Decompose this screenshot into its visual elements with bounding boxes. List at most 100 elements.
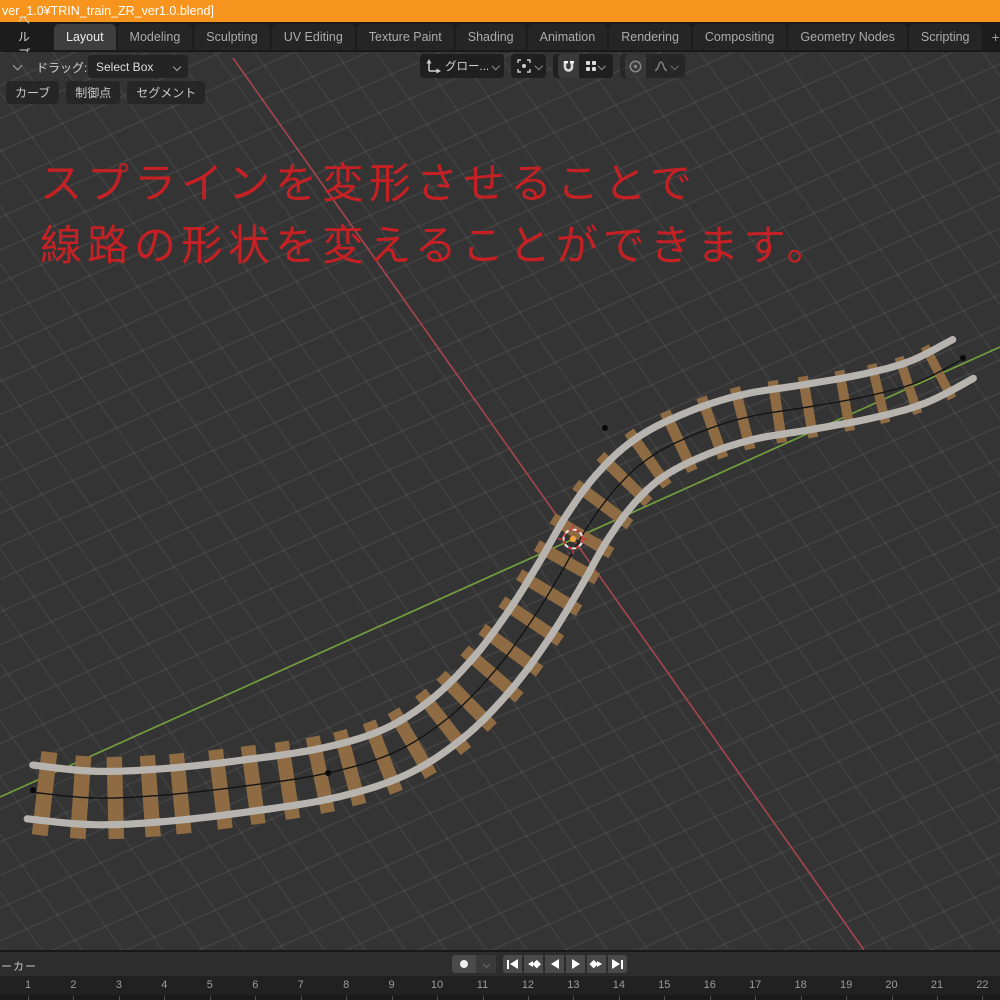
auto-key-options-button[interactable] <box>476 955 496 973</box>
right-sm-icon <box>597 961 602 967</box>
workspace-tab-rendering[interactable]: Rendering <box>609 24 691 50</box>
pivot-point-select[interactable] <box>511 54 547 78</box>
frame-tick <box>346 996 347 1000</box>
proportional-circle-icon <box>628 59 643 74</box>
diam-icon <box>590 960 598 968</box>
proportional-edit-toggle[interactable] <box>625 54 646 78</box>
frame-tick <box>846 996 847 1000</box>
frame-label: 15 <box>658 979 670 991</box>
transport-play-button[interactable] <box>566 955 585 973</box>
frame-label: 10 <box>431 979 443 991</box>
chevron-down-icon <box>598 62 606 70</box>
frame-tick <box>937 996 938 1000</box>
left-icon <box>551 959 559 969</box>
transport-play-back-button[interactable] <box>545 955 564 973</box>
ruler-tick-strip <box>0 995 1000 1000</box>
frame-label: 11 <box>477 979 488 991</box>
blender-window: ver_1.0¥TRIN_train_ZR_ver1.0.blend] ド ヘル… <box>0 0 1000 1000</box>
bar-icon <box>507 960 509 969</box>
drag-label: ドラッグ: <box>36 59 87 76</box>
scene-canvas[interactable] <box>0 52 1000 950</box>
edit-mode-menus: カーブ制御点セグメント <box>6 81 205 104</box>
edit-menu-1[interactable]: 制御点 <box>66 81 120 104</box>
frame-tick <box>982 996 983 1000</box>
transport-jump-end-button[interactable] <box>608 955 627 973</box>
pivot-point-icon <box>516 58 532 74</box>
transform-orientation-select[interactable]: グロー... <box>420 54 504 78</box>
curve-control-point[interactable] <box>30 787 36 793</box>
right-icon <box>612 959 620 969</box>
bar-icon <box>621 960 623 969</box>
curve-control-point[interactable] <box>325 770 331 776</box>
diam-icon <box>533 960 541 968</box>
workspace-tab-uv-editing[interactable]: UV Editing <box>272 24 355 50</box>
proportional-falloff-select[interactable] <box>650 54 681 78</box>
auto-key-record-button[interactable] <box>452 955 476 973</box>
frame-label: 16 <box>704 979 716 991</box>
left-sm-icon <box>528 961 533 967</box>
frame-tick <box>664 996 665 1000</box>
frame-tick <box>73 996 74 1000</box>
viewport-3d[interactable]: ドラッグ: Select Box カーブ制御点セグメント グロー... <box>0 52 1000 950</box>
chevron-down-icon <box>482 960 489 967</box>
frame-label: 22 <box>976 979 988 991</box>
workspace-tab-compositing[interactable]: Compositing <box>693 24 786 50</box>
timeline-header: ーカー <box>0 950 1000 976</box>
frame-tick <box>28 996 29 1000</box>
edit-menu-0[interactable]: カーブ <box>6 81 59 104</box>
frame-label: 4 <box>161 979 167 991</box>
window-titlebar[interactable]: ver_1.0¥TRIN_train_ZR_ver1.0.blend] <box>0 0 1000 22</box>
frame-tick <box>392 996 393 1000</box>
auto-key-group <box>452 955 496 973</box>
workspace-tab-texture-paint[interactable]: Texture Paint <box>357 24 454 50</box>
transport-prev-key-button[interactable] <box>524 955 543 973</box>
curve-control-point[interactable] <box>602 425 608 431</box>
axis-x-red <box>233 58 864 950</box>
workspace-tab-shading[interactable]: Shading <box>456 24 526 50</box>
frame-label: 6 <box>252 979 258 991</box>
frame-tick <box>573 996 574 1000</box>
frame-tick <box>801 996 802 1000</box>
chevron-down-icon <box>492 62 500 70</box>
transport-jump-start-button[interactable] <box>503 955 522 973</box>
right-icon <box>572 959 580 969</box>
transport-next-key-button[interactable] <box>587 955 606 973</box>
magnet-icon <box>561 59 576 74</box>
frame-label: 2 <box>70 979 76 991</box>
snap-toggle[interactable] <box>558 54 579 78</box>
track-rail[interactable] <box>27 378 973 824</box>
workspace-tab-geometry-nodes[interactable]: Geometry Nodes <box>788 24 906 50</box>
frame-tick <box>437 996 438 1000</box>
frame-label: 21 <box>931 979 943 991</box>
workspace-tab-modeling[interactable]: Modeling <box>118 24 193 50</box>
snap-target-select[interactable] <box>583 54 608 78</box>
orientation-value: グロー... <box>445 58 489 74</box>
workspace-tabs: LayoutModelingSculptingUV EditingTexture… <box>54 24 1000 50</box>
frame-tick <box>301 996 302 1000</box>
drag-mode-value: Select Box <box>96 60 153 74</box>
frame-tick <box>483 996 484 1000</box>
frame-tick <box>210 996 211 1000</box>
frame-label: 12 <box>522 979 534 991</box>
workspace-tab-scripting[interactable]: Scripting <box>909 24 982 50</box>
workspace-tab-animation[interactable]: Animation <box>528 24 608 50</box>
falloff-curve-icon <box>653 59 669 73</box>
frame-label: 9 <box>389 979 395 991</box>
frame-tick <box>892 996 893 1000</box>
drag-mode-select[interactable]: Select Box <box>88 55 188 78</box>
workspace-tab-layout[interactable]: Layout <box>54 24 116 50</box>
frame-label: 1 <box>25 979 31 991</box>
viewport-controls: グロー... <box>420 54 685 78</box>
timeline-marker-menu[interactable]: ーカー <box>1 958 37 974</box>
curve-control-point[interactable] <box>960 355 966 361</box>
edit-menu-2[interactable]: セグメント <box>127 81 205 104</box>
workspace-tab--[interactable]: + <box>984 24 1000 50</box>
snap-grid-icon <box>586 61 596 71</box>
chevron-down-icon <box>173 62 181 70</box>
timeline-ruler[interactable]: 12345678910111213141516171819202122 <box>0 976 1000 1000</box>
frame-tick <box>164 996 165 1000</box>
orientation-axes-icon <box>425 58 441 74</box>
frame-label: 18 <box>795 979 807 991</box>
workspace-tab-sculpting[interactable]: Sculpting <box>194 24 269 50</box>
frame-label: 14 <box>613 979 625 991</box>
